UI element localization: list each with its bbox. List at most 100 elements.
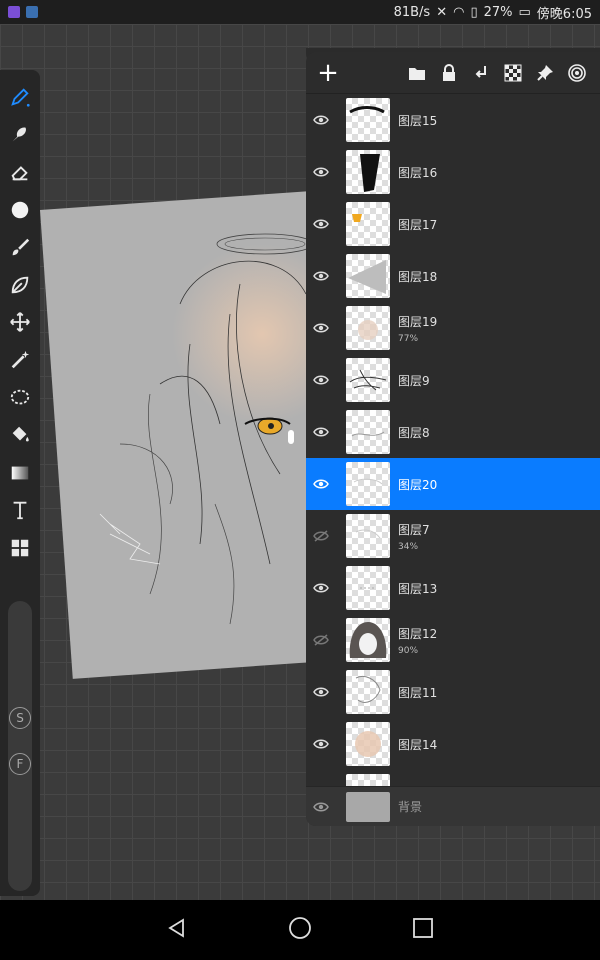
visibility-eye-icon[interactable]	[306, 478, 336, 490]
layer-name: 图层16	[398, 165, 438, 180]
layer-thumbnail	[346, 514, 390, 558]
app-notification-icon	[8, 6, 20, 18]
battery-icon: ▭	[518, 4, 531, 20]
flow-f-button[interactable]: F	[9, 752, 31, 775]
layer-row[interactable]: 图层11	[306, 666, 600, 718]
tools-sidebar: S F	[0, 70, 40, 896]
layer-opacity: 90%	[398, 645, 419, 656]
layer-row[interactable]: 图层19 77%	[306, 302, 600, 354]
layer-row[interactable]: 图层8	[306, 406, 600, 458]
visibility-eye-icon[interactable]	[306, 426, 336, 438]
back-icon[interactable]	[166, 917, 188, 943]
folder-icon[interactable]	[406, 62, 428, 84]
layer-thumbnail	[346, 462, 390, 506]
layer-name: 图层8	[398, 425, 430, 440]
layer-thumbnail	[346, 410, 390, 454]
layer-thumbnail	[346, 566, 390, 610]
layer-name: 图层13	[398, 581, 438, 596]
layer-row[interactable]: 图层13	[306, 562, 600, 614]
checker-icon[interactable]	[502, 62, 524, 84]
layer-row[interactable]: 图层14	[306, 718, 600, 770]
brush-size-icon[interactable]	[3, 191, 37, 229]
layer-thumbnail	[346, 618, 390, 662]
layer-name: 图层20	[398, 477, 438, 492]
layer-thumbnail	[346, 202, 390, 246]
layer-row[interactable]: 图层17	[306, 198, 600, 250]
layer-opacity: 34%	[398, 541, 419, 552]
layer-row-selected[interactable]: 图层20	[306, 458, 600, 510]
visibility-eye-icon[interactable]	[306, 801, 336, 813]
visibility-eye-icon[interactable]	[306, 374, 336, 386]
layer-name: 图层12	[398, 626, 438, 641]
status-left	[8, 6, 38, 18]
app-notification-icon	[26, 6, 38, 18]
visibility-eye-icon[interactable]	[306, 686, 336, 698]
status-bar: 81B/s ✕ ◠ ▯ 27% ▭ 傍晚6:05	[0, 0, 600, 24]
size-s-button[interactable]: S	[9, 706, 31, 729]
system-nav-bar	[0, 900, 600, 960]
wifi-icon: ◠	[453, 4, 465, 20]
text-icon[interactable]	[3, 492, 37, 530]
background-layer-row[interactable]: 背景	[306, 786, 600, 826]
layer-row[interactable]: 图层12 90%	[306, 614, 600, 666]
eraser-icon[interactable]	[3, 153, 37, 191]
layer-name: 图层9	[398, 373, 430, 388]
visibility-eye-icon[interactable]	[306, 270, 336, 282]
layer-row[interactable]: 图层9	[306, 354, 600, 406]
leaf-icon[interactable]	[3, 266, 37, 304]
visibility-eye-icon[interactable]	[306, 218, 336, 230]
mute-icon: ✕	[436, 4, 448, 20]
fill-icon[interactable]	[3, 416, 37, 454]
pen-icon[interactable]	[3, 78, 37, 116]
visibility-eye-icon[interactable]	[306, 322, 336, 334]
visibility-eye-icon[interactable]	[306, 738, 336, 750]
layer-list[interactable]: 图层15 图层16 图层17 图层18 图层19 77% 图层9 图层8 图层2…	[306, 94, 600, 822]
brush-slider[interactable]: S F	[8, 600, 32, 891]
layer-thumbnail	[346, 98, 390, 142]
sim-icon: ▯	[470, 4, 478, 20]
lasso-icon[interactable]	[3, 379, 37, 417]
background-layer-name: 背景	[398, 800, 423, 814]
layer-row[interactable]: 图层16	[306, 146, 600, 198]
layer-opacity: 77%	[398, 333, 419, 344]
net-speed: 81B/s	[393, 4, 431, 20]
layer-name: 图层15	[398, 113, 438, 128]
layer-row[interactable]: 图层7 34%	[306, 510, 600, 562]
lock-icon[interactable]	[438, 62, 460, 84]
status-right: 81B/s ✕ ◠ ▯ 27% ▭ 傍晚6:05	[394, 3, 592, 22]
battery-percent: 27%	[483, 4, 513, 20]
pin-icon[interactable]	[534, 62, 556, 84]
recents-icon[interactable]	[412, 917, 434, 943]
sketch-artwork	[99, 233, 340, 625]
visibility-eye-icon[interactable]	[306, 582, 336, 594]
layer-row[interactable]: 图层18	[306, 250, 600, 302]
layers-panel-header: +	[306, 52, 600, 94]
layer-name: 图层11	[398, 685, 438, 700]
background-thumbnail	[346, 791, 390, 822]
layer-name: 图层18	[398, 269, 438, 284]
layer-thumbnail	[346, 254, 390, 298]
layer-name: 图层17	[398, 217, 438, 232]
move-icon[interactable]	[3, 304, 37, 342]
layer-thumbnail	[346, 150, 390, 194]
spiral-icon[interactable]	[566, 62, 588, 84]
layer-row[interactable]: 图层15	[306, 94, 600, 146]
layer-name: 图层14	[398, 737, 438, 752]
brush-icon[interactable]	[3, 228, 37, 266]
layer-thumbnail	[346, 306, 390, 350]
visibility-eye-icon[interactable]	[306, 114, 336, 126]
layer-name: 图层19	[398, 314, 438, 329]
visibility-eye-icon[interactable]	[306, 166, 336, 178]
layer-thumbnail	[346, 722, 390, 766]
home-icon[interactable]	[288, 916, 312, 944]
gradient-icon[interactable]	[3, 454, 37, 492]
layer-name: 图层7	[398, 522, 430, 537]
smudge-icon[interactable]	[3, 116, 37, 154]
clock: 傍晚6:05	[536, 6, 592, 22]
add-layer-button[interactable]: +	[314, 58, 342, 88]
visibility-hidden-icon[interactable]	[306, 530, 336, 542]
magic-wand-icon[interactable]	[3, 341, 37, 379]
grid-icon[interactable]	[3, 529, 37, 567]
visibility-hidden-icon[interactable]	[306, 634, 336, 646]
merge-down-icon[interactable]	[470, 62, 492, 84]
